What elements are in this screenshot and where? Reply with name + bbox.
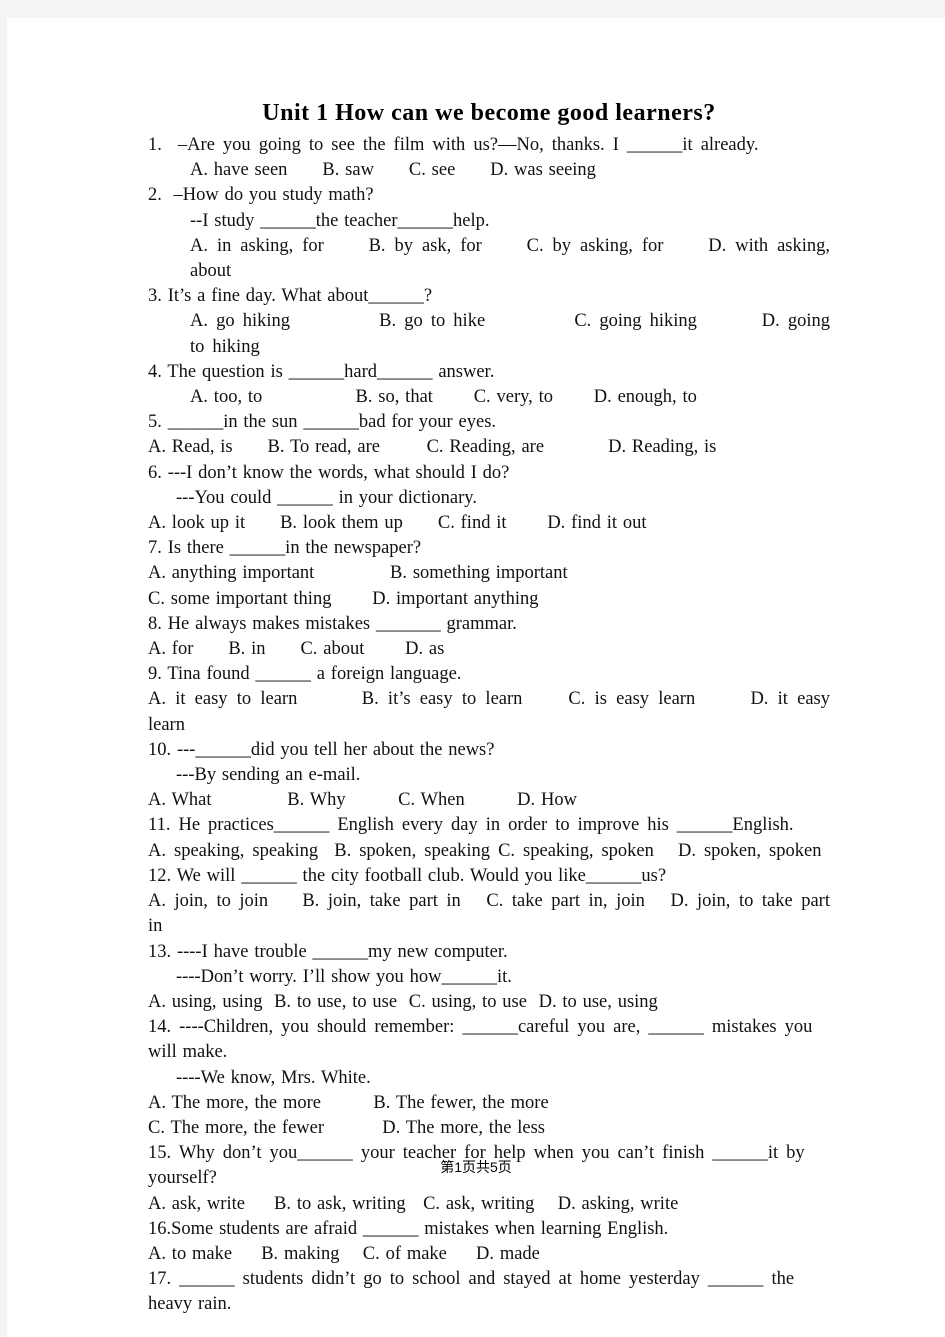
exercise-line: ---By sending an e-mail. [176, 765, 361, 786]
exercise-line: 12. We will ______ the city football clu… [148, 865, 667, 886]
exercise-line: A. to make B. making C. of make D. made [148, 1243, 540, 1264]
exercise-line: 1. –Are you going to see the film with u… [148, 135, 759, 155]
exercise-line: will make. [148, 1042, 228, 1063]
exercise-line: A. anything important B. something impor… [148, 563, 568, 584]
exercise-line: 11. He practices______ English every day… [148, 815, 794, 836]
exercise-line: 16.Some students are afraid ______ mista… [148, 1218, 669, 1239]
exercise-line: 6. ---I don’t know the words, what shoul… [148, 462, 510, 483]
exercise-line: C. some important thing D. important any… [148, 588, 539, 609]
document-page: Unit 1 How can we become good learners? … [7, 18, 945, 1337]
page-title: Unit 1 How can we become good learners? [262, 100, 716, 126]
exercise-line: 9. Tina found ______ a foreign language. [148, 664, 462, 685]
exercise-line: 2. –How do you study math? [148, 185, 374, 206]
exercise-line: ---You could ______ in your dictionary. [176, 487, 477, 508]
exercise-line: 13. ----I have trouble ______my new comp… [148, 941, 508, 962]
exercise-line: 14. ----Children, you should remember: _… [148, 1017, 813, 1038]
exercise-line: --I study ______the teacher______help. [190, 210, 490, 231]
exercise-line: A. go hiking B. go to hike C. going hiki… [190, 311, 839, 357]
exercise-line: A. The more, the more B. The fewer, the … [148, 1092, 549, 1113]
exercise-line: A. Read, is B. To read, are C. Reading, … [148, 437, 717, 458]
page-footer: 第1页共5页 [440, 1159, 512, 1175]
exercise-line: A. too, to B. so, that C. very, to D. en… [190, 387, 697, 408]
exercise-line: ----Don’t worry. I’ll show you how______… [176, 966, 512, 987]
question-list: 1. –Are you going to see the film with u… [148, 133, 830, 1318]
exercise-line: heavy rain. [148, 1294, 232, 1315]
exercise-line: 8. He always makes mistakes _______ gram… [148, 613, 517, 634]
exercise-line: A. What B. Why C. When D. How [148, 790, 577, 811]
exercise-line: A. it easy to learn B. it’s easy to lear… [148, 689, 839, 735]
exercise-line: 7. Is there ______in the newspaper? [148, 538, 422, 559]
exercise-line: A. have seen B. saw C. see D. was seeing [190, 160, 596, 181]
exercise-line: 17. ______ students didn’t go to school … [148, 1269, 795, 1290]
exercise-line: A. for B. in C. about D. as [148, 639, 445, 660]
exercise-line: A. speaking, speaking B. spoken, speakin… [148, 840, 822, 861]
exercise-line: 3. It’s a fine day. What about______? [148, 286, 433, 307]
exercise-line: A. ask, write B. to ask, writing C. ask,… [148, 1193, 679, 1214]
exercise-line: A. join, to join B. join, take part in C… [148, 891, 839, 937]
exercise-line: 4. The question is ______hard______ answ… [148, 361, 495, 382]
exercise-line: C. The more, the fewer D. The more, the … [148, 1117, 545, 1138]
exercise-line: ----We know, Mrs. White. [176, 1067, 371, 1088]
document-body: Unit 1 How can we become good learners? … [148, 98, 830, 1318]
exercise-line: 10. ---______did you tell her about the … [148, 739, 495, 760]
exercise-line: A. in asking, for B. by ask, for C. by a… [190, 235, 839, 282]
exercise-line: A. look up it B. look them up C. find it… [148, 513, 647, 534]
exercise-line: A. using, using B. to use, to use C. usi… [148, 991, 658, 1012]
exercise-line: 5. ______in the sun ______bad for your e… [148, 412, 497, 433]
